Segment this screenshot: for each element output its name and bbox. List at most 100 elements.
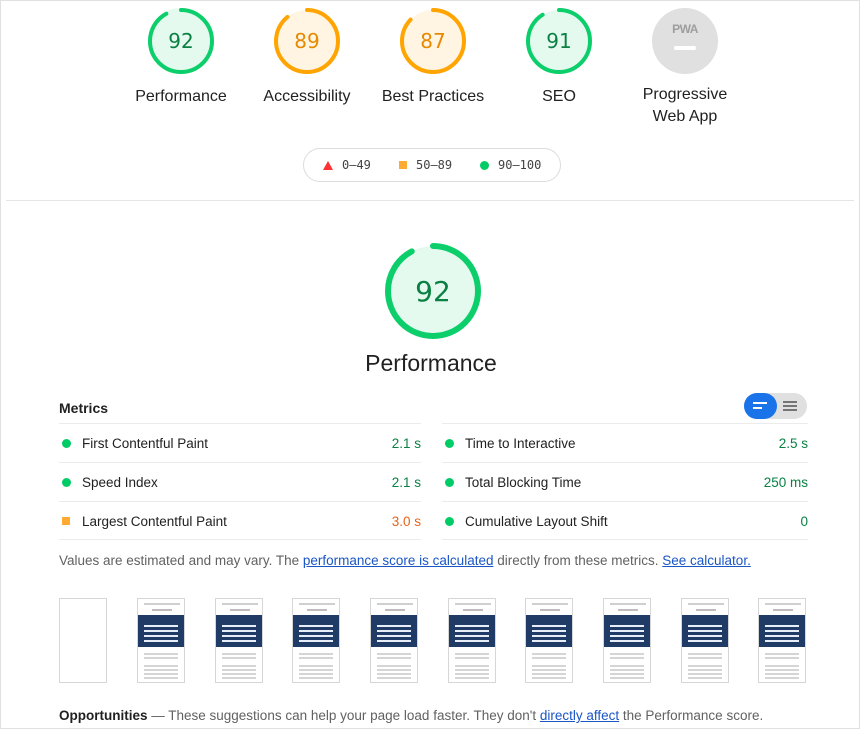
thumb-line bbox=[299, 677, 333, 679]
thumb-line bbox=[532, 603, 568, 605]
thumb-line bbox=[540, 609, 560, 611]
thumb-line bbox=[532, 635, 566, 637]
thumb-line bbox=[222, 653, 256, 655]
pass-circle-icon bbox=[445, 517, 454, 526]
pass-circle-icon bbox=[445, 478, 454, 487]
thumb-line bbox=[610, 677, 644, 679]
metric-first-contentful-paint: First Contentful Paint 2.1 s bbox=[59, 423, 421, 462]
metric-value: 2.1 s bbox=[391, 475, 421, 490]
thumb-line bbox=[610, 653, 644, 655]
metric-total-blocking-time: Total Blocking Time 250 ms bbox=[442, 462, 808, 501]
metrics-view-toggle[interactable] bbox=[744, 393, 807, 419]
thumb-line bbox=[299, 625, 333, 627]
gauge-label: Best Practices bbox=[381, 88, 485, 105]
thumb-line bbox=[688, 657, 722, 659]
gauge-ring: 92 bbox=[148, 8, 214, 74]
thumb-line bbox=[144, 677, 178, 679]
opportunities-header: Opportunities — These suggestions can he… bbox=[59, 708, 763, 723]
gauge-label: Progressive Web App bbox=[620, 84, 750, 128]
triangle-icon bbox=[323, 160, 333, 170]
thumb-line bbox=[222, 673, 256, 675]
filmstrip-frame-blank bbox=[59, 598, 107, 683]
thumb-line bbox=[377, 657, 411, 659]
metric-value: 2.1 s bbox=[391, 436, 421, 451]
gauge-score: 92 bbox=[168, 29, 193, 53]
gauge-best-practices[interactable]: 87 Best Practices bbox=[368, 6, 498, 108]
performance-title: Performance bbox=[365, 350, 497, 376]
thumb-line bbox=[688, 673, 722, 675]
gauge-ring: 87 bbox=[400, 8, 466, 74]
thumb-line bbox=[377, 669, 411, 671]
thumb-line bbox=[773, 609, 793, 611]
thumb-line bbox=[610, 640, 644, 642]
thumb-line bbox=[377, 630, 411, 632]
thumb-line bbox=[222, 603, 258, 605]
pwa-badge-text: PWA bbox=[672, 22, 698, 36]
metrics-title: Metrics bbox=[59, 400, 109, 416]
thumb-line bbox=[610, 625, 644, 627]
metric-largest-contentful-paint: Largest Contentful Paint 3.0 s bbox=[59, 501, 421, 540]
thumb-line bbox=[222, 630, 256, 632]
thumb-line bbox=[144, 625, 178, 627]
thumb-line bbox=[222, 635, 256, 637]
thumb-line bbox=[455, 630, 489, 632]
thumb-line bbox=[144, 640, 178, 642]
thumb-hero bbox=[371, 615, 417, 647]
score-calculated-link[interactable]: performance score is calculated bbox=[303, 553, 494, 568]
thumb-line bbox=[532, 657, 566, 659]
filmstrip-frame bbox=[215, 598, 263, 683]
gauge-seo[interactable]: 91 SEO bbox=[494, 6, 624, 108]
thumb-line bbox=[222, 625, 256, 627]
thumb-hero bbox=[604, 615, 650, 647]
category-gauges: 92 Performance 89 Accessibility 87 Best … bbox=[0, 0, 862, 140]
gauge-performance[interactable]: 92 Performance bbox=[116, 6, 246, 108]
thumb-line bbox=[610, 630, 644, 632]
score-scale-legend: 0–49 50–89 90–100 bbox=[303, 148, 561, 182]
thumb-line bbox=[455, 625, 489, 627]
thumb-line bbox=[765, 677, 799, 679]
thumb-line bbox=[144, 669, 178, 671]
directly-affect-link[interactable]: directly affect bbox=[540, 708, 619, 723]
thumb-line bbox=[532, 653, 566, 655]
thumb-line bbox=[299, 673, 333, 675]
thumb-line bbox=[455, 673, 489, 675]
gauge-ring: 91 bbox=[526, 8, 592, 74]
thumb-hero bbox=[526, 615, 572, 647]
legend-average-label: 50–89 bbox=[416, 158, 453, 172]
thumb-line bbox=[765, 653, 799, 655]
pass-circle-icon bbox=[445, 439, 454, 448]
thumb-line bbox=[144, 603, 180, 605]
thumb-hero bbox=[216, 615, 262, 647]
detail-lines-icon[interactable] bbox=[783, 401, 797, 411]
thumb-line bbox=[385, 609, 405, 611]
lines-icon bbox=[753, 402, 767, 409]
thumb-line bbox=[688, 653, 722, 655]
gauge-score: 89 bbox=[294, 29, 319, 53]
legend-fail-label: 0–49 bbox=[342, 158, 371, 172]
thumb-line bbox=[144, 673, 178, 675]
thumb-line bbox=[765, 665, 799, 667]
thumb-line bbox=[765, 640, 799, 642]
thumb-line bbox=[532, 669, 566, 671]
gauge-pwa[interactable]: PWA Progressive Web App bbox=[620, 8, 750, 128]
legend-fail: 0–49 bbox=[323, 158, 371, 172]
toggle-summary-view[interactable] bbox=[744, 393, 777, 419]
gauge-accessibility[interactable]: 89 Accessibility bbox=[242, 6, 372, 108]
thumb-line bbox=[230, 609, 250, 611]
see-calculator-link[interactable]: See calculator. bbox=[662, 553, 751, 568]
thumb-line bbox=[688, 635, 722, 637]
gauge-score: 91 bbox=[546, 29, 571, 53]
thumb-line bbox=[688, 625, 722, 627]
filmstrip-frame bbox=[681, 598, 729, 683]
pass-circle-icon bbox=[62, 478, 71, 487]
average-square-icon bbox=[62, 517, 70, 525]
thumb-line bbox=[299, 665, 333, 667]
thumb-line bbox=[455, 657, 489, 659]
thumb-line bbox=[455, 635, 489, 637]
thumb-line bbox=[610, 669, 644, 671]
thumb-line bbox=[688, 665, 722, 667]
performance-score: 92 bbox=[415, 275, 451, 308]
thumb-line bbox=[307, 609, 327, 611]
thumb-line bbox=[455, 665, 489, 667]
thumb-line bbox=[532, 673, 566, 675]
